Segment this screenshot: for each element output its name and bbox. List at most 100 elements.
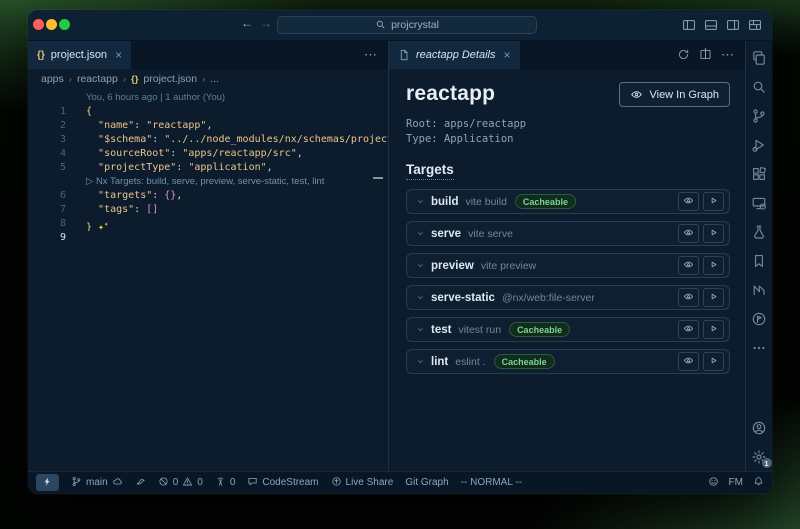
status-text: 0 [173,477,179,488]
smiley-icon [708,476,719,488]
target-inspect-button[interactable] [678,224,699,243]
code-line[interactable]: 6 "targets": {}, [28,189,388,203]
git-blame-codelens[interactable]: You, 6 hours ago | 1 author (You) [28,91,388,105]
close-window-button[interactable] [33,19,44,30]
targets-heading: Targets [406,162,454,180]
chevron-down-icon[interactable] [416,197,425,207]
code-line[interactable]: 4 "sourceRoot": "apps/reactapp/src", [28,147,388,161]
target-row-test[interactable]: test vitest run Cacheable [406,317,730,342]
left-tab-bar: {} project.json × ⋯ [28,41,388,69]
remote-explorer-icon[interactable] [746,188,773,217]
git-branch[interactable]: main [71,476,123,488]
code-token: ✦ [104,220,108,228]
nx-console-icon[interactable] [746,275,773,304]
target-row-build[interactable]: build vite build Cacheable [406,189,730,214]
editor-group-left: {} project.json × ⋯ apps›reactapp›{}proj… [28,41,389,471]
bookmarks-icon[interactable] [746,246,773,275]
traffic-lights [33,19,70,30]
additional-views-icon[interactable] [746,333,773,362]
code-token: : [152,134,164,145]
gitlens-launchpad[interactable] [135,476,146,488]
minimize-window-button[interactable] [46,19,57,30]
toggle-primary-sidebar-icon[interactable] [682,17,696,33]
toggle-secondary-sidebar-icon[interactable] [726,17,740,33]
target-row-serve-static[interactable]: serve-static @nx/web:file-server [406,285,730,310]
code-line[interactable]: 2 "name": "reactapp", [28,119,388,133]
split-editor-button[interactable] [699,48,712,63]
code-token: : [134,204,146,215]
forward-button[interactable]: → [260,16,272,30]
code-line[interactable]: 7 "tags": [] [28,203,388,217]
chevron-down-icon[interactable] [416,357,425,367]
testing-icon[interactable] [746,217,773,246]
line-number: 9 [28,231,66,245]
breadcrumb-item[interactable]: project.json [143,73,197,85]
target-run-button[interactable] [703,320,724,339]
source-control-icon[interactable] [746,101,773,130]
maximize-window-button[interactable] [59,19,70,30]
notifications-bell[interactable] [753,476,764,488]
customize-layout-icon[interactable] [748,17,762,33]
target-run-button[interactable] [703,288,724,307]
chevron-down-icon[interactable] [416,229,425,239]
feedback-smiley[interactable] [708,476,719,488]
target-run-button[interactable] [703,256,724,275]
target-run-button[interactable] [703,352,724,371]
breadcrumb-item[interactable]: apps [41,73,64,85]
target-inspect-button[interactable] [678,288,699,307]
extensions-icon[interactable] [746,159,773,188]
accounts-icon[interactable] [746,413,773,442]
project-manager-icon[interactable] [746,304,773,333]
code-token: : [170,148,182,159]
nx-targets-codelens[interactable]: ▷ Nx Targets: build, serve, preview, ser… [28,175,388,189]
tab-reactapp-details[interactable]: reactapp Details × [389,41,521,69]
target-row-serve[interactable]: serve vite serve [406,221,730,246]
target-run-button[interactable] [703,192,724,211]
refresh-button[interactable] [677,48,690,63]
back-button[interactable]: ← [241,16,253,30]
command-center-search[interactable]: projcrystal [277,16,537,34]
close-icon[interactable]: × [504,48,511,62]
target-row-lint[interactable]: lint eslint . Cacheable [406,349,730,374]
breadcrumb-item[interactable]: reactapp [77,73,118,85]
code-line[interactable]: 3 "$schema": "../../node_modules/nx/sche… [28,133,388,147]
code-line[interactable]: 8} ✦✦ [28,217,388,231]
problems[interactable]: 00 [158,476,203,488]
ports-forwarded[interactable]: 0 [215,476,236,488]
target-inspect-button[interactable] [678,320,699,339]
target-name: lint [431,356,448,368]
code-line[interactable]: 1{ [28,105,388,119]
codestream[interactable]: CodeStream [247,476,318,488]
target-row-preview[interactable]: preview vite preview [406,253,730,278]
view-in-graph-button[interactable]: View In Graph [619,82,730,107]
more-actions-button[interactable]: ⋯ [364,47,377,63]
code-token: : [134,120,146,131]
git-graph[interactable]: Git Graph [405,477,448,488]
tab-project-json[interactable]: {} project.json × [28,41,132,69]
remote-indicator[interactable] [36,474,59,490]
play-icon [708,323,719,335]
fm-indicator[interactable]: FM [729,477,743,488]
code-token: ✦ [92,222,104,231]
target-inspect-button[interactable] [678,192,699,211]
vim-mode[interactable]: -- NORMAL -- [461,477,522,488]
chevron-down-icon[interactable] [416,293,425,303]
code-line[interactable]: 5 "projectType": "application", [28,161,388,175]
target-run-button[interactable] [703,224,724,243]
settings-gear-icon[interactable]: 1 [746,442,773,471]
explorer-icon[interactable] [746,43,773,72]
more-actions-button[interactable]: ⋯ [721,47,734,63]
close-icon[interactable]: × [115,48,122,62]
chevron-down-icon[interactable] [416,325,425,335]
chevron-down-icon[interactable] [416,261,425,271]
code-line[interactable]: 9 [28,231,388,245]
breadcrumb-item[interactable]: ... [210,73,219,85]
code-editor[interactable]: You, 6 hours ago | 1 author (You)1{2 "na… [28,89,388,471]
run-debug-icon[interactable] [746,130,773,159]
live-share[interactable]: Live Share [331,476,394,488]
toggle-panel-icon[interactable] [704,17,718,33]
search-icon[interactable] [746,72,773,101]
target-inspect-button[interactable] [678,256,699,275]
target-inspect-button[interactable] [678,352,699,371]
tab-label: reactapp Details [416,49,496,61]
